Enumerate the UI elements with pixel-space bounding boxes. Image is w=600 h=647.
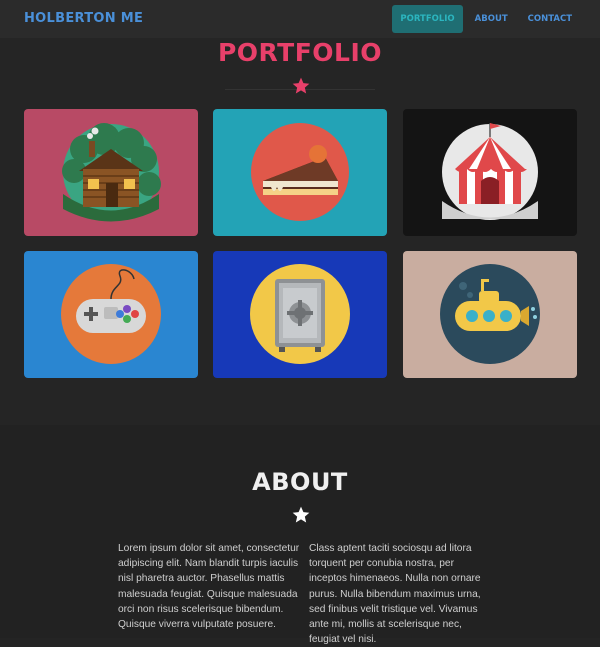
submarine-icon — [440, 264, 540, 364]
about-text-left: Lorem ipsum dolor sit amet, consectetur … — [118, 543, 300, 631]
about-text-right: Class aptent taciti sociosqu ad litora t… — [309, 543, 481, 646]
nav-link-contact[interactable]: CONTACT — [520, 5, 580, 33]
brand-logo[interactable]: HOLBERTON ME — [24, 11, 143, 26]
cabin-icon — [62, 123, 161, 222]
about-section: ABOUT Lorem ipsum dolor sit amet, consec… — [0, 425, 600, 645]
portfolio-item-circus[interactable] — [403, 109, 577, 236]
portfolio-section: PORTFOLIO — [0, 38, 600, 425]
cake-icon — [251, 123, 349, 221]
portfolio-item-game[interactable] — [24, 251, 198, 378]
safe-icon — [250, 264, 350, 364]
star-icon — [292, 77, 310, 94]
navbar: HOLBERTON ME PORTFOLIO ABOUT CONTACT — [0, 0, 600, 39]
nav-link-about[interactable]: ABOUT — [467, 5, 516, 33]
portfolio-title: PORTFOLIO — [217, 38, 383, 67]
nav-link-portfolio[interactable]: PORTFOLIO — [392, 5, 463, 33]
portfolio-item-safe[interactable] — [213, 251, 387, 378]
portfolio-item-cake[interactable] — [213, 109, 387, 236]
portfolio-item-cabin[interactable] — [24, 109, 198, 236]
circus-tent-icon — [442, 123, 538, 220]
star-icon — [292, 506, 310, 523]
game-controller-icon — [61, 264, 161, 364]
about-title: ABOUT — [252, 468, 348, 496]
nav-links: PORTFOLIO ABOUT CONTACT — [388, 5, 580, 33]
portfolio-item-submarine[interactable] — [403, 251, 577, 378]
